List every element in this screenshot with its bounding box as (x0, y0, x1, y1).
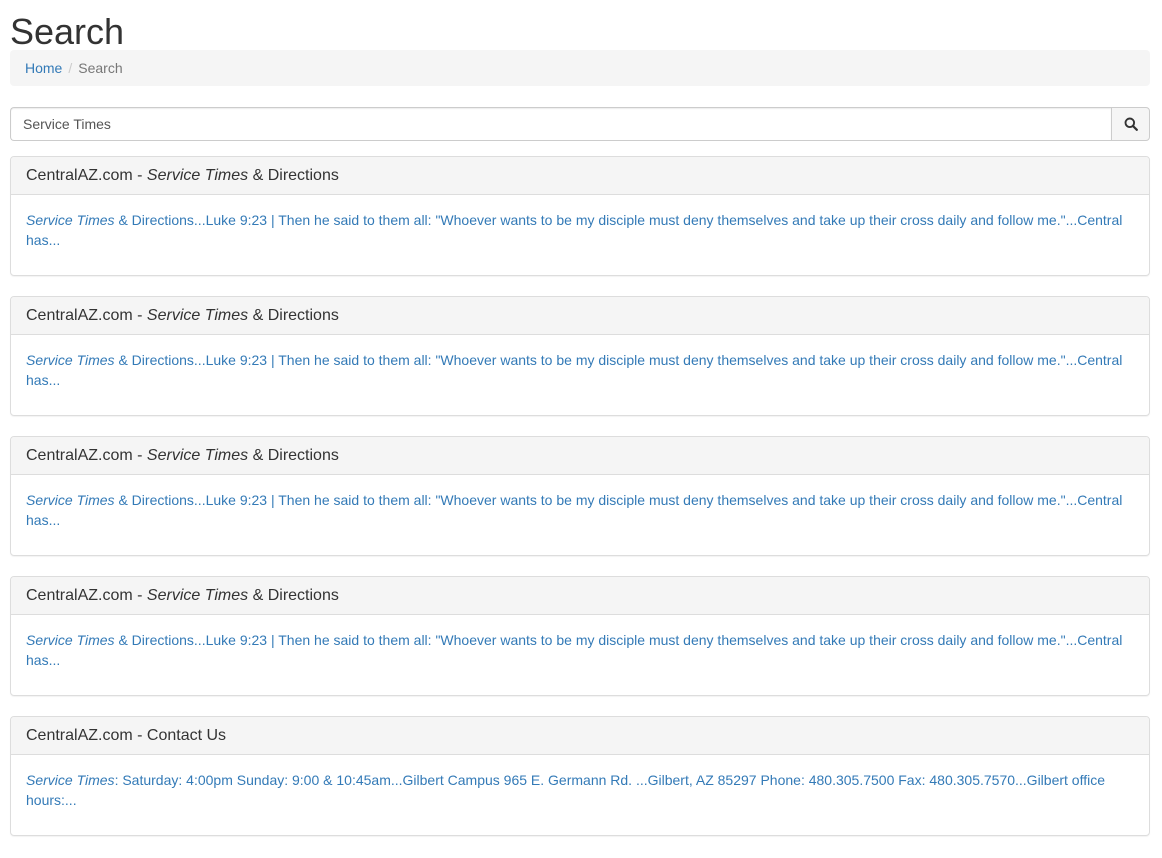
result-title-highlight: Service Times (146, 446, 249, 464)
result-panel: CentralAZ.com - Contact Us Service Times… (10, 716, 1150, 836)
snippet-text: & Directions...Luke 9:23 | Then he said … (26, 492, 1123, 528)
result-title-prefix: CentralAZ.com - (26, 306, 147, 324)
result-title-suffix: & Directions (248, 306, 339, 324)
result-snippet-link[interactable]: Service Times: Saturday: 4:00pm Sunday: … (26, 772, 1105, 808)
result-title-highlight: Service Times (146, 306, 249, 324)
breadcrumb-home-link[interactable]: Home (25, 60, 62, 76)
snippet-text: : Saturday: 4:00pm Sunday: 9:00 & 10:45a… (26, 772, 1106, 808)
page-title: Search (10, 11, 125, 52)
result-title: CentralAZ.com - Service Times & Directio… (11, 157, 1149, 195)
breadcrumb-current: Search (78, 60, 123, 76)
result-title-prefix: CentralAZ.com - (26, 446, 147, 464)
result-panel: CentralAZ.com - Service Times & Directio… (10, 576, 1150, 696)
result-panel: CentralAZ.com - Service Times & Directio… (10, 156, 1150, 276)
breadcrumb-separator: / (68, 60, 73, 76)
result-title: CentralAZ.com - Service Times & Directio… (11, 577, 1149, 615)
result-title-suffix: & Directions (248, 586, 339, 604)
snippet-highlight: Service Times (26, 352, 115, 368)
result-title-prefix: CentralAZ.com - (26, 166, 147, 184)
result-title-suffix: & Directions (248, 446, 339, 464)
result-panel: CentralAZ.com - Service Times & Directio… (10, 296, 1150, 416)
snippet-text: & Directions...Luke 9:23 | Then he said … (26, 352, 1123, 388)
search-results: CentralAZ.com - Service Times & Directio… (10, 156, 1150, 836)
search-button[interactable] (1111, 107, 1150, 141)
search-input[interactable] (10, 107, 1111, 141)
result-snippet: Service Times & Directions...Luke 9:23 |… (11, 335, 1149, 405)
result-title: CentralAZ.com - Service Times & Directio… (11, 297, 1149, 335)
result-title-link[interactable]: CentralAZ.com - Contact Us (26, 727, 226, 745)
snippet-highlight: Service Times (26, 772, 115, 788)
result-snippet: Service Times & Directions...Luke 9:23 |… (11, 195, 1149, 265)
result-snippet-link[interactable]: Service Times & Directions...Luke 9:23 |… (26, 212, 1122, 248)
page-container: Search Home / Search CentralAZ.com - Ser… (0, 0, 1162, 836)
result-title: CentralAZ.com - Contact Us (11, 717, 1149, 755)
result-title-prefix: CentralAZ.com - Contact Us (26, 726, 227, 744)
snippet-text: & Directions...Luke 9:23 | Then he said … (26, 212, 1123, 248)
result-title-link[interactable]: CentralAZ.com - Service Times & Directio… (26, 307, 339, 325)
search-icon (1124, 117, 1138, 131)
result-snippet-link[interactable]: Service Times & Directions...Luke 9:23 |… (26, 492, 1122, 528)
snippet-text: & Directions...Luke 9:23 | Then he said … (26, 632, 1123, 668)
search-bar (10, 107, 1150, 141)
result-title-prefix: CentralAZ.com - (26, 586, 147, 604)
snippet-highlight: Service Times (26, 212, 115, 228)
breadcrumb: Home / Search (10, 50, 1150, 86)
result-snippet-link[interactable]: Service Times & Directions...Luke 9:23 |… (26, 352, 1122, 388)
result-snippet: Service Times & Directions...Luke 9:23 |… (11, 475, 1149, 545)
snippet-highlight: Service Times (26, 632, 115, 648)
result-snippet-link[interactable]: Service Times & Directions...Luke 9:23 |… (26, 632, 1122, 668)
snippet-highlight: Service Times (26, 492, 115, 508)
result-title-link[interactable]: CentralAZ.com - Service Times & Directio… (26, 447, 339, 465)
result-title-link[interactable]: CentralAZ.com - Service Times & Directio… (26, 167, 339, 185)
result-title: CentralAZ.com - Service Times & Directio… (11, 437, 1149, 475)
result-title-link[interactable]: CentralAZ.com - Service Times & Directio… (26, 587, 339, 605)
result-panel: CentralAZ.com - Service Times & Directio… (10, 436, 1150, 556)
result-snippet: Service Times: Saturday: 4:00pm Sunday: … (11, 755, 1149, 825)
result-title-suffix: & Directions (248, 166, 339, 184)
result-title-highlight: Service Times (146, 586, 249, 604)
result-snippet: Service Times & Directions...Luke 9:23 |… (11, 615, 1149, 685)
result-title-highlight: Service Times (146, 166, 249, 184)
